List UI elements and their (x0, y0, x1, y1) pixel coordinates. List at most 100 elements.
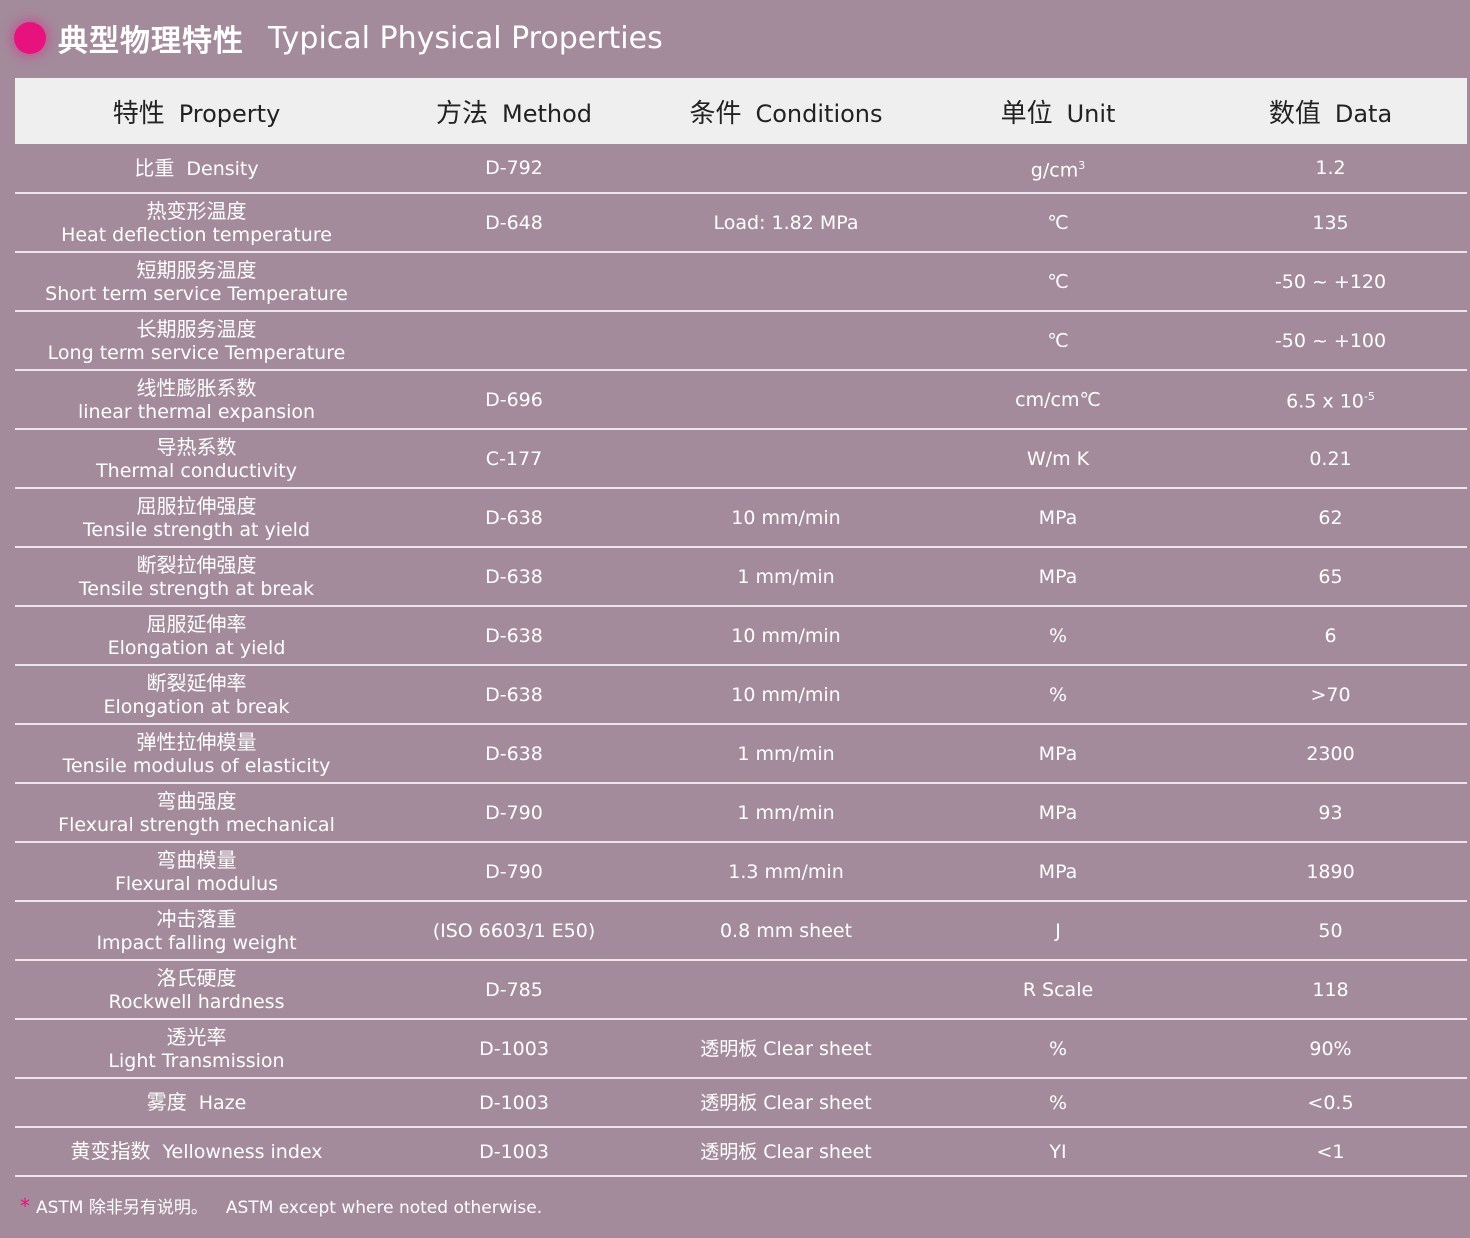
conditions-cell: 1 mm/min (650, 547, 922, 607)
property-cell: 屈服拉伸强度 Tensile strength at yield (15, 488, 378, 548)
property-cell: 屈服延伸率 Elongation at yield (15, 606, 378, 666)
table-row: 屈服延伸率 Elongation at yield D-638 10 mm/min… (15, 606, 1467, 666)
column-header-method: 方法 Method (378, 78, 650, 144)
unit-cell: % (922, 606, 1194, 666)
method-cell: D-790 (378, 842, 650, 902)
conditions-cell: Load: 1.82 MPa (650, 193, 922, 253)
conditions-cell: 1 mm/min (650, 724, 922, 784)
unit-cell: R Scale (922, 960, 1194, 1020)
unit-cell: J (922, 901, 1194, 961)
unit-cell: MPa (922, 783, 1194, 843)
conditions-cell: 1.3 mm/min (650, 842, 922, 902)
method-cell: D-1003 (378, 1078, 650, 1128)
conditions-cell (650, 429, 922, 489)
table-row: 热变形温度 Heat deflection temperature D-648 L… (15, 193, 1467, 253)
data-cell: <0.5 (1194, 1078, 1467, 1128)
data-cell: 93 (1194, 783, 1467, 843)
unit-cell: cm/cm℃ (922, 370, 1194, 430)
title-en: Typical Physical Properties (268, 20, 663, 56)
properties-table: 特性 Property 方法 Method 条件 Conditions 单位 Unit … (15, 78, 1467, 1177)
method-cell: D-638 (378, 547, 650, 607)
title-cn: 典型物理特性 (58, 24, 244, 59)
conditions-cell: 10 mm/min (650, 665, 922, 725)
column-header-data: 数值 Data (1194, 78, 1467, 144)
property-cell: 透光率 Light Transmission (15, 1019, 378, 1079)
property-cell: 弹性拉伸模量 Tensile modulus of elasticity (15, 724, 378, 784)
data-cell: 118 (1194, 960, 1467, 1020)
method-cell: D-792 (378, 144, 650, 194)
method-cell: (ISO 6603/1 E50) (378, 901, 650, 961)
method-cell: D-696 (378, 370, 650, 430)
property-cell: 断裂拉伸强度 Tensile strength at break (15, 547, 378, 607)
unit-cell: MPa (922, 488, 1194, 548)
unit-cell: ℃ (922, 193, 1194, 253)
property-cell: 线性膨胀系数 linear thermal expansion (15, 370, 378, 430)
table-row: 弯曲模量 Flexural modulus D-790 1.3 mm/min MP… (15, 842, 1467, 902)
unit-cell: g/cm3 (922, 144, 1194, 194)
method-cell (378, 252, 650, 312)
table-row: 断裂拉伸强度 Tensile strength at break D-638 1 … (15, 547, 1467, 607)
section-header: 典型物理特性 Typical Physical Properties (14, 14, 663, 62)
method-cell: D-1003 (378, 1019, 650, 1079)
table-row: 洛氏硬度 Rockwell hardness D-785 R Scale 118 (15, 960, 1467, 1020)
property-cell: 比重 Density (15, 144, 378, 194)
data-cell: 90% (1194, 1019, 1467, 1079)
conditions-cell: 10 mm/min (650, 606, 922, 666)
data-cell: -50 ~ +120 (1194, 252, 1467, 312)
unit-cell: MPa (922, 547, 1194, 607)
property-cell: 断裂延伸率 Elongation at break (15, 665, 378, 725)
data-cell: 1.2 (1194, 144, 1467, 194)
method-cell: D-648 (378, 193, 650, 253)
method-cell: D-638 (378, 665, 650, 725)
footnote-cn: ASTM 除非另有说明。 (36, 1198, 208, 1218)
unit-cell: ℃ (922, 252, 1194, 312)
conditions-cell: 透明板 Clear sheet (650, 1078, 922, 1128)
method-cell: D-638 (378, 606, 650, 666)
data-cell: 1890 (1194, 842, 1467, 902)
column-header-unit: 单位 Unit (922, 78, 1194, 144)
unit-cell: MPa (922, 842, 1194, 902)
data-cell: 0.21 (1194, 429, 1467, 489)
conditions-cell (650, 144, 922, 194)
conditions-cell (650, 960, 922, 1020)
data-cell: 65 (1194, 547, 1467, 607)
footnote: * ASTM 除非另有说明。 ASTM except where noted oth… (20, 1193, 542, 1218)
table-row: 短期服务温度 Short term service Temperature ℃ -… (15, 252, 1467, 312)
bullet-dot-icon (14, 22, 46, 54)
method-cell: D-638 (378, 488, 650, 548)
data-cell: 6.5 x 10-5 (1194, 370, 1467, 430)
method-cell: D-638 (378, 724, 650, 784)
conditions-cell (650, 311, 922, 371)
method-cell: D-785 (378, 960, 650, 1020)
unit-cell: % (922, 665, 1194, 725)
conditions-cell: 透明板 Clear sheet (650, 1127, 922, 1177)
property-cell: 长期服务温度 Long term service Temperature (15, 311, 378, 371)
method-cell: C-177 (378, 429, 650, 489)
table-header-row: 特性 Property 方法 Method 条件 Conditions 单位 Unit … (15, 78, 1467, 144)
property-cell: 洛氏硬度 Rockwell hardness (15, 960, 378, 1020)
conditions-cell: 1 mm/min (650, 783, 922, 843)
data-cell: 135 (1194, 193, 1467, 253)
unit-cell: W/m K (922, 429, 1194, 489)
data-cell: 2300 (1194, 724, 1467, 784)
property-cell: 冲击落重 Impact falling weight (15, 901, 378, 961)
property-cell: 黄变指数 Yellowness index (15, 1127, 378, 1177)
unit-cell: % (922, 1019, 1194, 1079)
unit-cell: ℃ (922, 311, 1194, 371)
method-cell: D-790 (378, 783, 650, 843)
unit-cell: MPa (922, 724, 1194, 784)
table-row: 弯曲强度 Flexural strength mechanical D-790 1… (15, 783, 1467, 843)
table-row: 线性膨胀系数 linear thermal expansion D-696 cm/… (15, 370, 1467, 430)
table-row: 长期服务温度 Long term service Temperature ℃ -5… (15, 311, 1467, 371)
unit-cell: % (922, 1078, 1194, 1128)
footnote-en: ASTM except where noted otherwise. (225, 1198, 543, 1218)
table-row: 透光率 Light Transmission D-1003 透明板 Clear s… (15, 1019, 1467, 1079)
conditions-cell (650, 370, 922, 430)
property-cell: 雾度 Haze (15, 1078, 378, 1128)
asterisk-icon: * (20, 1194, 30, 1218)
data-cell: 6 (1194, 606, 1467, 666)
data-cell: 62 (1194, 488, 1467, 548)
method-cell: D-1003 (378, 1127, 650, 1177)
column-header-conditions: 条件 Conditions (650, 78, 922, 144)
data-cell: >70 (1194, 665, 1467, 725)
